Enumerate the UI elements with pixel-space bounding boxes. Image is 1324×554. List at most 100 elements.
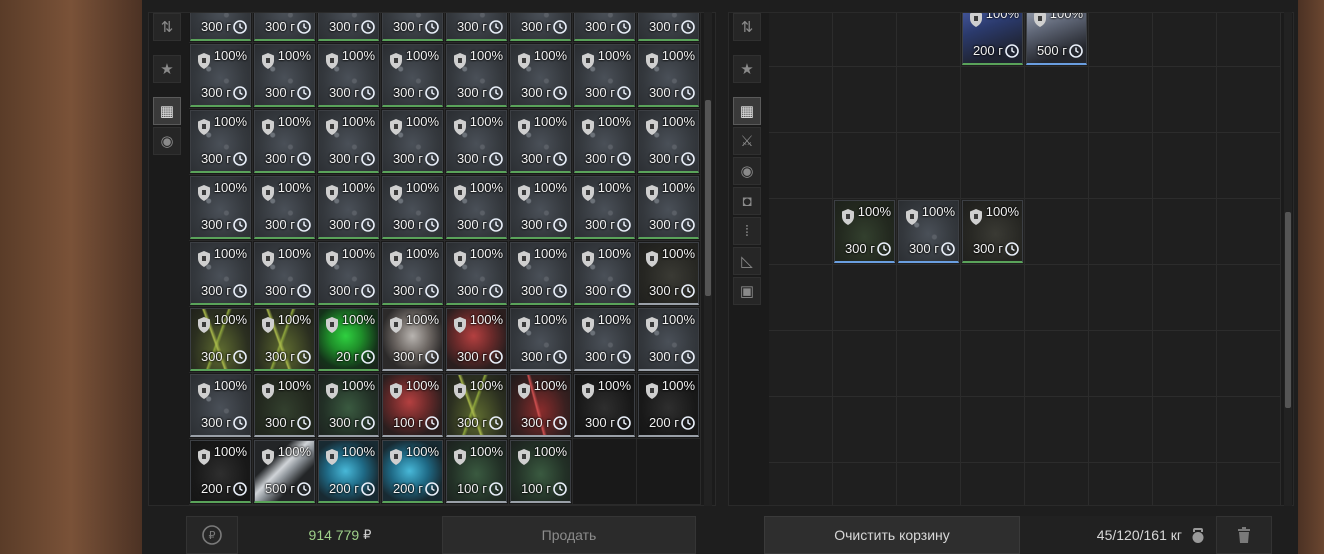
inventory-item[interactable]: 100%300 г bbox=[834, 200, 895, 263]
sort-icon[interactable]: ⇅ bbox=[153, 13, 181, 41]
stash-cell[interactable]: 100%300 г bbox=[445, 307, 509, 373]
cart-cell[interactable] bbox=[961, 265, 1025, 331]
inventory-item[interactable]: 100%300 г bbox=[510, 44, 571, 107]
inventory-item[interactable]: 100%300 г bbox=[190, 44, 251, 107]
inventory-item[interactable]: 100%300 г bbox=[318, 13, 379, 41]
inventory-item[interactable]: 100%300 г bbox=[638, 308, 699, 371]
cart-cell[interactable] bbox=[1217, 133, 1281, 199]
inventory-item[interactable]: 100%300 г bbox=[382, 176, 443, 239]
cart-cell[interactable] bbox=[833, 67, 897, 133]
stash-cell[interactable] bbox=[317, 505, 381, 506]
inventory-item[interactable]: 100%300 г bbox=[254, 308, 315, 371]
cart-cell[interactable] bbox=[769, 67, 833, 133]
inventory-item[interactable]: 100%300 г bbox=[446, 308, 507, 371]
stash-cell[interactable]: 100%300 г bbox=[189, 307, 253, 373]
stash-cell[interactable]: 100% 100 г bbox=[445, 439, 509, 505]
inventory-item[interactable]: 100%300 г bbox=[190, 13, 251, 41]
stash-cell[interactable]: 100%300 г bbox=[445, 43, 509, 109]
stash-cell[interactable]: 100%300 г bbox=[509, 241, 573, 307]
cart-cell[interactable] bbox=[1089, 13, 1153, 67]
stash-cell[interactable]: 100%300 г bbox=[253, 175, 317, 241]
cart-cell[interactable] bbox=[833, 331, 897, 397]
inventory-item[interactable]: 100%300 г bbox=[382, 308, 443, 371]
cart-cell[interactable] bbox=[1153, 67, 1217, 133]
cart-cell[interactable] bbox=[1089, 463, 1153, 505]
stash-cell[interactable]: 100%300 г bbox=[189, 109, 253, 175]
inventory-item[interactable]: 100%300 г bbox=[318, 110, 379, 173]
inventory-item[interactable]: 100% 500 г bbox=[1026, 13, 1087, 65]
inventory-item[interactable]: 100%300 г bbox=[190, 242, 251, 305]
stash-cell[interactable]: 100%300 г bbox=[253, 13, 317, 43]
knife-icon[interactable]: ⚔ bbox=[733, 127, 761, 155]
stash-cell[interactable]: 100%300 г bbox=[637, 175, 701, 241]
inventory-item[interactable]: 100%300 г bbox=[638, 176, 699, 239]
inventory-item[interactable]: 100%300 г bbox=[318, 374, 379, 437]
stash-cell[interactable]: 100%300 г bbox=[253, 373, 317, 439]
cart-cell[interactable] bbox=[1025, 67, 1089, 133]
cart-cell[interactable] bbox=[769, 199, 833, 265]
cart-cell[interactable] bbox=[1089, 331, 1153, 397]
inventory-item[interactable]: 100% 200 г bbox=[382, 440, 443, 503]
inventory-item[interactable]: 100%300 г bbox=[446, 110, 507, 173]
cart-cell[interactable] bbox=[1153, 13, 1217, 67]
stash-cell[interactable]: 100% 100 г bbox=[381, 373, 445, 439]
stash-cell[interactable]: 100%300 г bbox=[573, 13, 637, 43]
cart-cell[interactable] bbox=[769, 397, 833, 463]
stash-cell[interactable]: 100%300 г bbox=[381, 175, 445, 241]
inventory-item[interactable]: 100% 200 г bbox=[962, 13, 1023, 65]
stash-cell[interactable]: 100%300 г bbox=[189, 43, 253, 109]
cart-cell[interactable] bbox=[833, 463, 897, 505]
camera-icon[interactable]: ◘ bbox=[733, 187, 761, 215]
stash-cell[interactable]: 100%300 г bbox=[445, 109, 509, 175]
inventory-item[interactable]: 100% 100 г bbox=[510, 440, 571, 503]
stash-cell[interactable] bbox=[637, 505, 701, 506]
stash-cell[interactable]: 100%300 г bbox=[573, 373, 637, 439]
cart-cell[interactable] bbox=[1217, 463, 1281, 505]
inventory-item[interactable]: 100% 100 г bbox=[446, 440, 507, 503]
cart-cell[interactable] bbox=[961, 397, 1025, 463]
stash-cell[interactable]: 100%300 г bbox=[381, 307, 445, 373]
stash-cell[interactable]: 100%300 г bbox=[573, 175, 637, 241]
inventory-item[interactable]: 100%300 г bbox=[254, 176, 315, 239]
ammo-icon[interactable]: ⁞ bbox=[733, 217, 761, 245]
inventory-item[interactable]: 100%300 г bbox=[574, 242, 635, 305]
inventory-item[interactable]: 100%300 г bbox=[382, 44, 443, 107]
cart-cell[interactable] bbox=[1153, 199, 1217, 265]
inventory-item[interactable]: 100%300 г bbox=[254, 374, 315, 437]
stash-cell[interactable]: 100%300 г bbox=[637, 109, 701, 175]
inventory-item[interactable]: 100%300 г bbox=[510, 13, 571, 41]
inventory-item[interactable]: 100%300 г bbox=[510, 308, 571, 371]
inventory-item[interactable]: 100%300 г bbox=[190, 374, 251, 437]
cart-cell[interactable] bbox=[1025, 463, 1089, 505]
stash-cell[interactable]: 100%300 г bbox=[381, 13, 445, 43]
cart-cell[interactable] bbox=[1217, 397, 1281, 463]
cart-scroll-thumb[interactable] bbox=[1285, 212, 1291, 408]
grid-icon[interactable]: ▦ bbox=[153, 97, 181, 125]
cart-cell[interactable] bbox=[897, 397, 961, 463]
stash-cell[interactable]: 100%300 г bbox=[381, 43, 445, 109]
cart-cell[interactable]: 100% 500 г bbox=[1025, 13, 1089, 67]
stash-cell[interactable]: 100%300 г bbox=[253, 109, 317, 175]
stash-cell[interactable]: 100%300 г bbox=[317, 175, 381, 241]
cart-cell[interactable]: 100% 300 г bbox=[833, 199, 897, 265]
cart-cell[interactable] bbox=[1217, 199, 1281, 265]
artifact-icon[interactable]: ◉ bbox=[733, 157, 761, 185]
cart-cell[interactable] bbox=[769, 463, 833, 505]
cart-cell[interactable] bbox=[833, 133, 897, 199]
cart-cell[interactable] bbox=[961, 331, 1025, 397]
cart-cell[interactable] bbox=[833, 397, 897, 463]
inventory-item[interactable]: 100%300 г bbox=[318, 176, 379, 239]
stash-cell[interactable]: 100%300 г bbox=[573, 241, 637, 307]
inventory-item[interactable]: 100%300 г bbox=[446, 374, 507, 437]
cart-cell[interactable] bbox=[1153, 463, 1217, 505]
cart-cell[interactable] bbox=[961, 133, 1025, 199]
stash-cell[interactable]: 100%300 г bbox=[381, 241, 445, 307]
cart-cell[interactable]: 100% 300 г bbox=[897, 199, 961, 265]
stash-cell[interactable]: 100%300 г bbox=[637, 43, 701, 109]
stash-cell[interactable]: 100%300 г bbox=[509, 307, 573, 373]
inventory-item[interactable]: 100%300 г bbox=[510, 374, 571, 437]
stash-cell[interactable]: 100%300 г bbox=[509, 373, 573, 439]
stash-cell[interactable]: 100%300 г bbox=[317, 241, 381, 307]
cart-cell[interactable] bbox=[1089, 265, 1153, 331]
stash-cell[interactable]: 100%300 г bbox=[381, 109, 445, 175]
